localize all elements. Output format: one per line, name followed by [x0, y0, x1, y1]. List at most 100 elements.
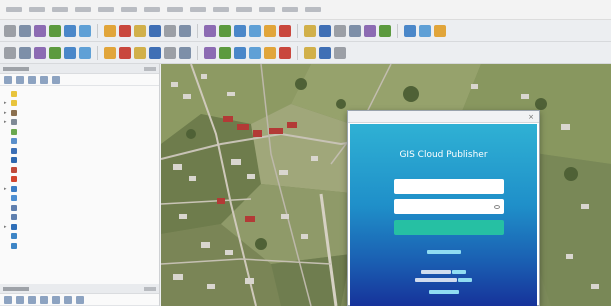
plugin-icon[interactable]: [334, 46, 346, 59]
menu-item-raster[interactable]: [167, 7, 183, 12]
label-show-icon[interactable]: [249, 46, 261, 59]
menu-item-edit[interactable]: [29, 7, 45, 12]
browser-item[interactable]: ▸: [4, 222, 159, 232]
identify-icon[interactable]: [279, 24, 291, 37]
save-edits-icon[interactable]: [64, 46, 76, 59]
label-move-icon[interactable]: [264, 46, 276, 59]
show-password-icon[interactable]: [494, 204, 500, 209]
label-rotate-icon[interactable]: [279, 46, 291, 59]
pan-to-selection-icon[interactable]: [119, 24, 131, 37]
new-project-icon[interactable]: [4, 24, 16, 37]
annotation-icon[interactable]: [419, 24, 431, 37]
add-feature-icon[interactable]: [79, 46, 91, 59]
zoom-in-icon[interactable]: [134, 24, 146, 37]
expand-arrow-icon[interactable]: [4, 130, 8, 134]
collapse-all-icon[interactable]: [40, 75, 48, 84]
forgot-password-link[interactable]: [350, 249, 537, 255]
browser-item[interactable]: [4, 175, 159, 185]
expand-arrow-icon[interactable]: [4, 196, 8, 200]
vertex-tool-icon[interactable]: [104, 46, 116, 59]
print-layout-icon[interactable]: [64, 24, 76, 37]
expand-arrow-icon[interactable]: ▸: [4, 186, 8, 191]
data-source-manager-icon[interactable]: [4, 46, 16, 59]
expand-arrow-icon[interactable]: [4, 168, 8, 172]
save-as-icon[interactable]: [49, 24, 61, 37]
menu-item-processing[interactable]: [259, 7, 275, 12]
expand-arrow-icon[interactable]: [4, 158, 8, 162]
expand-arrow-icon[interactable]: [4, 206, 8, 210]
menu-item-vector[interactable]: [144, 7, 160, 12]
refresh-icon[interactable]: [4, 75, 12, 84]
save-project-icon[interactable]: [34, 24, 46, 37]
cut-icon[interactable]: [134, 46, 146, 59]
edit-pencil-icon[interactable]: [49, 46, 61, 59]
statistics-icon[interactable]: [364, 24, 376, 37]
zoom-next-icon[interactable]: [234, 24, 246, 37]
browser-item[interactable]: [4, 89, 159, 99]
properties-icon[interactable]: [52, 75, 60, 84]
collapse-all-icon[interactable]: [64, 295, 72, 304]
browser-item[interactable]: [4, 203, 159, 213]
expand-arrow-icon[interactable]: [4, 234, 8, 238]
menu-item-extra[interactable]: [305, 7, 321, 12]
browser-item[interactable]: [4, 156, 159, 166]
pan-icon[interactable]: [104, 24, 116, 37]
menu-item-database[interactable]: [190, 7, 206, 12]
deselect-icon[interactable]: [319, 24, 331, 37]
register-link[interactable]: [458, 277, 473, 282]
zoom-last-icon[interactable]: [219, 24, 231, 37]
select-icon[interactable]: [304, 24, 316, 37]
expand-arrow-icon[interactable]: [4, 244, 8, 248]
signup-link[interactable]: [452, 269, 467, 274]
menu-item-settings[interactable]: [98, 7, 114, 12]
paste-icon[interactable]: [164, 46, 176, 59]
help-line[interactable]: [350, 289, 537, 295]
menu-item-help[interactable]: [282, 7, 298, 12]
label-change-icon[interactable]: [304, 46, 316, 59]
zoom-full-icon[interactable]: [164, 24, 176, 37]
delete-icon[interactable]: [119, 46, 131, 59]
browser-item[interactable]: [4, 165, 159, 175]
expand-arrow-icon[interactable]: ▸: [4, 110, 8, 115]
menu-item-mesh[interactable]: [236, 7, 252, 12]
expand-all-icon[interactable]: [52, 295, 60, 304]
browser-item[interactable]: [4, 137, 159, 147]
expand-arrow-icon[interactable]: ▸: [4, 101, 8, 106]
undo-icon[interactable]: [179, 46, 191, 59]
username-field[interactable]: [394, 179, 504, 194]
browser-item[interactable]: ▸: [4, 108, 159, 118]
label-icon[interactable]: [219, 46, 231, 59]
expand-arrow-icon[interactable]: [4, 149, 8, 153]
login-button[interactable]: [394, 220, 504, 235]
browser-item[interactable]: [4, 213, 159, 223]
browser-item[interactable]: [4, 146, 159, 156]
zoom-selection-icon[interactable]: [179, 24, 191, 37]
manage-map-themes-icon[interactable]: [28, 295, 36, 304]
browser-item[interactable]: [4, 127, 159, 137]
measure-icon[interactable]: [434, 24, 446, 37]
layout-manager-icon[interactable]: [79, 24, 91, 37]
menu-item-project[interactable]: [6, 7, 22, 12]
attribute-table-icon[interactable]: [334, 24, 346, 37]
filter-legend-icon[interactable]: [40, 295, 48, 304]
menu-item-plugins[interactable]: [121, 7, 137, 12]
password-field[interactable]: [394, 199, 504, 214]
expand-arrow-icon[interactable]: ▸: [4, 120, 8, 125]
expand-arrow-icon[interactable]: [4, 177, 8, 181]
open-project-icon[interactable]: [19, 24, 31, 37]
panel-close-icon[interactable]: [144, 66, 156, 71]
browser-item[interactable]: ▸: [4, 184, 159, 194]
new-map-view-icon[interactable]: [249, 24, 261, 37]
toolbox-icon[interactable]: [379, 24, 391, 37]
help-link[interactable]: [428, 289, 459, 294]
browser-item[interactable]: ▸: [4, 118, 159, 128]
expand-arrow-icon[interactable]: ▸: [4, 224, 8, 229]
panel-close-icon[interactable]: [144, 286, 156, 291]
remove-layer-icon[interactable]: [76, 295, 84, 304]
zoom-layer-icon[interactable]: [204, 24, 216, 37]
python-icon[interactable]: [319, 46, 331, 59]
label-pin-icon[interactable]: [234, 46, 246, 59]
copy-icon[interactable]: [149, 46, 161, 59]
sum-icon[interactable]: [404, 24, 416, 37]
layer-styling-icon[interactable]: [4, 295, 12, 304]
